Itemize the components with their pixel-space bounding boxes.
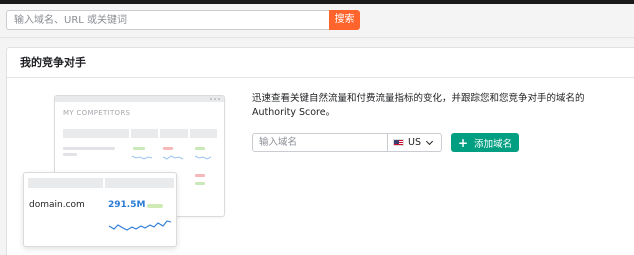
add-domain-label: 添加域名 xyxy=(474,138,513,150)
search-button[interactable]: 搜索 xyxy=(329,10,360,30)
illustration-table-header xyxy=(63,129,217,138)
domain-input[interactable] xyxy=(252,133,388,152)
illustration-window-bar xyxy=(55,96,224,102)
search-input[interactable] xyxy=(6,10,329,30)
preview-domain: domain.com xyxy=(29,200,85,210)
illustration-row xyxy=(195,182,205,185)
illustration-row xyxy=(63,147,115,150)
card-title: 我的竞争对手 xyxy=(7,48,634,78)
country-select[interactable]: US xyxy=(388,133,442,152)
illustration-row xyxy=(195,147,205,150)
preview-traffic-value: 291.5M xyxy=(108,200,146,210)
preview-table-header xyxy=(28,178,174,188)
divider xyxy=(0,37,634,38)
top-nav-bar xyxy=(0,0,634,4)
illustration-row xyxy=(63,153,77,156)
competitors-card: 我的竞争对手 MY COMPETITORS domain.com 291.5M xyxy=(6,47,634,255)
add-domain-form: US + 添加域名 xyxy=(252,133,520,152)
search-bar: 搜索 xyxy=(6,10,360,30)
illustration-row xyxy=(133,147,145,150)
illustration-title: MY COMPETITORS xyxy=(63,109,131,117)
preview-sparkline xyxy=(108,220,172,231)
preview-trend-bar xyxy=(147,204,163,208)
country-label: US xyxy=(408,137,421,148)
plus-icon: + xyxy=(458,135,469,150)
domain-preview-card: domain.com 291.5M xyxy=(23,172,177,247)
illustration-row xyxy=(195,174,205,177)
us-flag-icon xyxy=(393,139,404,146)
card-description: 迅速查看关键自然流量和付费流量指标的变化，并跟踪您和您竞争对手的域名的 Auth… xyxy=(252,93,585,118)
illustration-row xyxy=(163,147,173,150)
add-domain-button[interactable]: + 添加域名 xyxy=(451,133,520,152)
illustration-sparkline xyxy=(131,155,212,160)
chevron-down-icon xyxy=(425,137,434,145)
